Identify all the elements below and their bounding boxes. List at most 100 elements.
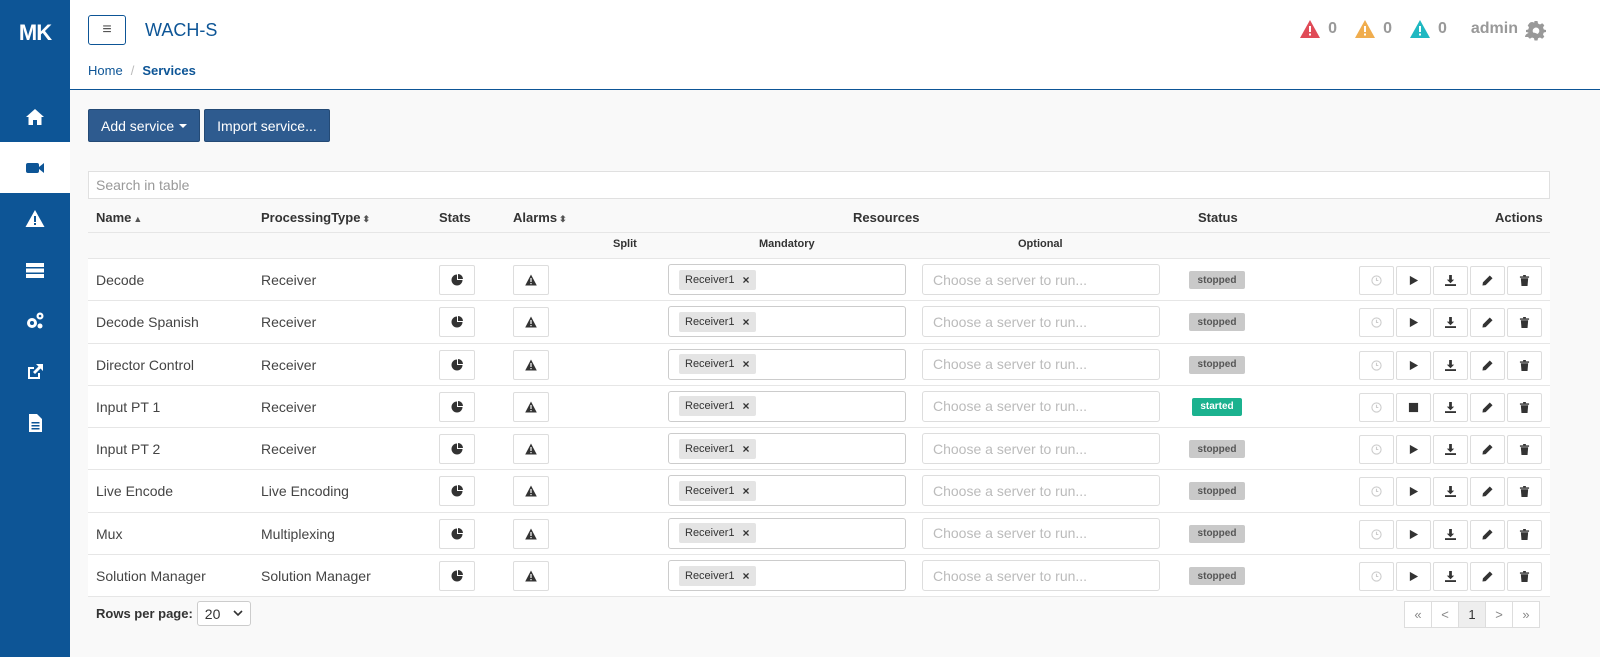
mandatory-resource-select[interactable]: Receiver1 × xyxy=(668,390,906,422)
page-last-button[interactable]: » xyxy=(1512,601,1540,628)
stats-button[interactable] xyxy=(439,349,475,380)
start-button[interactable] xyxy=(1396,477,1431,507)
sidebar-item-servers[interactable] xyxy=(0,244,70,295)
remove-tag-icon[interactable]: × xyxy=(743,399,750,413)
alarms-button[interactable] xyxy=(513,518,549,549)
edit-button[interactable] xyxy=(1470,392,1505,422)
alert-critical[interactable]: 0 xyxy=(1300,20,1337,38)
start-button[interactable] xyxy=(1396,308,1431,338)
page-prev-button[interactable]: < xyxy=(1431,601,1459,628)
stats-button[interactable] xyxy=(439,391,475,422)
mandatory-resource-select[interactable]: Receiver1 × xyxy=(668,433,906,465)
rows-per-page-select[interactable]: 20 xyxy=(196,601,251,626)
edit-button[interactable] xyxy=(1470,350,1505,380)
schedule-button[interactable] xyxy=(1359,266,1394,295)
sidebar-item-logs[interactable] xyxy=(0,397,70,448)
edit-button[interactable] xyxy=(1470,562,1505,592)
remove-tag-icon[interactable]: × xyxy=(743,484,750,498)
service-name[interactable]: Live Encode xyxy=(96,470,173,512)
optional-server-select[interactable]: Choose a server to run... xyxy=(922,433,1160,465)
stats-button[interactable] xyxy=(439,561,475,592)
start-button[interactable] xyxy=(1396,562,1431,592)
mandatory-resource-select[interactable]: Receiver1 × xyxy=(668,475,906,507)
delete-button[interactable] xyxy=(1507,562,1542,592)
delete-button[interactable] xyxy=(1507,266,1542,295)
edit-button[interactable] xyxy=(1470,266,1505,295)
schedule-button[interactable] xyxy=(1359,519,1394,549)
mandatory-resource-select[interactable]: Receiver1 × xyxy=(668,264,906,295)
download-button[interactable] xyxy=(1433,350,1468,380)
optional-server-select[interactable]: Choose a server to run... xyxy=(922,264,1160,295)
schedule-button[interactable] xyxy=(1359,562,1394,592)
remove-tag-icon[interactable]: × xyxy=(743,442,750,456)
search-input[interactable] xyxy=(88,171,1550,199)
alert-warning[interactable]: 0 xyxy=(1355,20,1392,38)
service-name[interactable]: Decode xyxy=(96,259,144,301)
optional-server-select[interactable]: Choose a server to run... xyxy=(922,560,1160,592)
delete-button[interactable] xyxy=(1507,435,1542,465)
download-button[interactable] xyxy=(1433,519,1468,549)
sidebar-item-external[interactable] xyxy=(0,346,70,397)
alarms-button[interactable] xyxy=(513,349,549,380)
alarms-button[interactable] xyxy=(513,307,549,338)
optional-server-select[interactable]: Choose a server to run... xyxy=(922,390,1160,422)
start-button[interactable] xyxy=(1396,435,1431,465)
download-button[interactable] xyxy=(1433,435,1468,465)
edit-button[interactable] xyxy=(1470,477,1505,507)
edit-button[interactable] xyxy=(1470,519,1505,549)
header-processing-type[interactable]: ProcessingType ⬍ xyxy=(261,210,370,225)
service-name[interactable]: Solution Manager xyxy=(96,555,206,597)
schedule-button[interactable] xyxy=(1359,477,1394,507)
service-name[interactable]: Input PT 1 xyxy=(96,386,160,428)
optional-server-select[interactable]: Choose a server to run... xyxy=(922,348,1160,380)
download-button[interactable] xyxy=(1433,308,1468,338)
page-first-button[interactable]: « xyxy=(1404,601,1432,628)
breadcrumb-home-link[interactable]: Home xyxy=(88,63,123,78)
import-service-button[interactable]: Import service... xyxy=(204,109,330,142)
delete-button[interactable] xyxy=(1507,392,1542,422)
stats-button[interactable] xyxy=(439,434,475,465)
stop-button[interactable] xyxy=(1396,392,1431,422)
download-button[interactable] xyxy=(1433,562,1468,592)
menu-toggle-button[interactable]: ≡ xyxy=(88,15,126,45)
start-button[interactable] xyxy=(1396,519,1431,549)
remove-tag-icon[interactable]: × xyxy=(743,315,750,329)
service-name[interactable]: Decode Spanish xyxy=(96,301,199,343)
download-button[interactable] xyxy=(1433,392,1468,422)
service-name[interactable]: Input PT 2 xyxy=(96,428,160,470)
service-name[interactable]: Director Control xyxy=(96,344,194,386)
delete-button[interactable] xyxy=(1507,350,1542,380)
mandatory-resource-select[interactable]: Receiver1 × xyxy=(668,560,906,592)
stats-button[interactable] xyxy=(439,476,475,507)
remove-tag-icon[interactable]: × xyxy=(743,273,750,287)
sidebar-item-alarms[interactable] xyxy=(0,193,70,244)
alarms-button[interactable] xyxy=(513,434,549,465)
schedule-button[interactable] xyxy=(1359,308,1394,338)
settings-gear-icon[interactable] xyxy=(1526,21,1546,41)
stats-button[interactable] xyxy=(439,307,475,338)
app-logo[interactable]: MK xyxy=(0,0,70,66)
alert-info[interactable]: 0 xyxy=(1409,20,1447,38)
mandatory-resource-select[interactable]: Receiver1 × xyxy=(668,306,906,338)
page-current-button[interactable]: 1 xyxy=(1458,601,1486,628)
alarms-button[interactable] xyxy=(513,561,549,592)
alarms-button[interactable] xyxy=(513,265,549,295)
remove-tag-icon[interactable]: × xyxy=(743,357,750,371)
schedule-button[interactable] xyxy=(1359,435,1394,465)
remove-tag-icon[interactable]: × xyxy=(743,526,750,540)
service-name[interactable]: Mux xyxy=(96,513,122,555)
sidebar-item-services[interactable] xyxy=(0,142,70,193)
edit-button[interactable] xyxy=(1470,435,1505,465)
alarms-button[interactable] xyxy=(513,476,549,507)
delete-button[interactable] xyxy=(1507,519,1542,549)
optional-server-select[interactable]: Choose a server to run... xyxy=(922,517,1160,549)
delete-button[interactable] xyxy=(1507,308,1542,338)
download-button[interactable] xyxy=(1433,477,1468,507)
alarms-button[interactable] xyxy=(513,391,549,422)
stats-button[interactable] xyxy=(439,265,475,295)
schedule-button[interactable] xyxy=(1359,350,1394,380)
optional-server-select[interactable]: Choose a server to run... xyxy=(922,475,1160,507)
remove-tag-icon[interactable]: × xyxy=(743,569,750,583)
download-button[interactable] xyxy=(1433,266,1468,295)
page-next-button[interactable]: > xyxy=(1485,601,1513,628)
